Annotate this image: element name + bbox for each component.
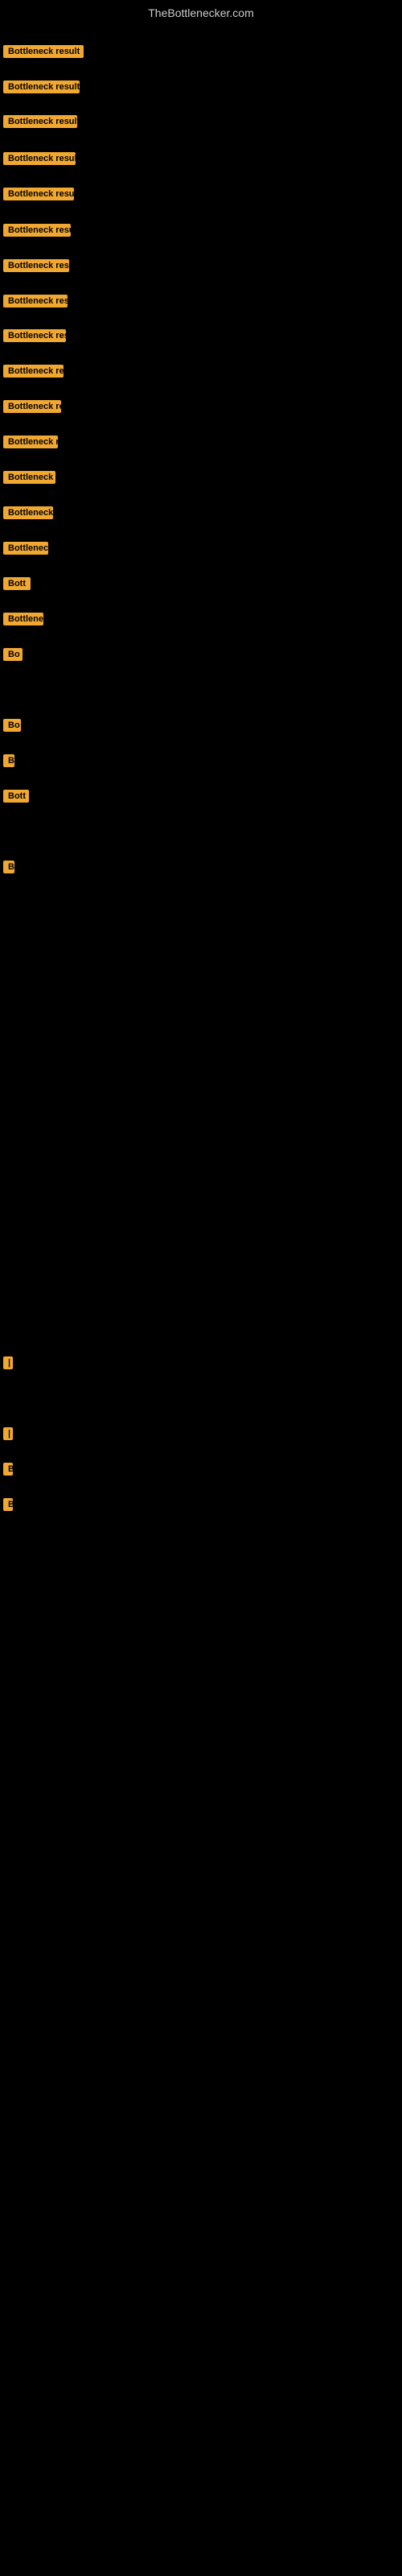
- badge-row-22: B: [3, 861, 14, 877]
- bottleneck-badge-7: Bottleneck result: [3, 259, 69, 272]
- badge-row-15: Bottlenec: [3, 542, 48, 559]
- badge-row-7: Bottleneck result: [3, 259, 69, 276]
- badge-row-16: Bott: [3, 577, 34, 594]
- badge-row-10: Bottleneck resu: [3, 365, 64, 382]
- bottleneck-badge-16: Bott: [3, 577, 31, 590]
- bottleneck-badge-12: Bottleneck re: [3, 436, 58, 448]
- bottleneck-badge-11: Bottleneck resu: [3, 400, 61, 413]
- bottleneck-badge-18: Bo: [3, 648, 23, 661]
- bottleneck-badge-22: B: [3, 861, 14, 873]
- bottleneck-badge-6: Bottleneck resu: [3, 224, 71, 237]
- bottleneck-badge-5: Bottleneck result: [3, 188, 74, 200]
- bottleneck-badge-19: Bo: [3, 719, 21, 732]
- bottleneck-badge-24: |: [3, 1427, 13, 1440]
- badge-row-21: Bott: [3, 790, 29, 807]
- badge-row-12: Bottleneck re: [3, 436, 58, 452]
- bottleneck-badge-10: Bottleneck resu: [3, 365, 64, 378]
- badge-row-4: Bottleneck result: [3, 152, 76, 169]
- bottleneck-badge-25: B: [3, 1463, 13, 1476]
- bottleneck-badge-17: Bottlene: [3, 613, 43, 625]
- badge-row-1: Bottleneck result: [3, 45, 84, 62]
- badge-row-20: B: [3, 754, 14, 771]
- bottleneck-badge-13: Bottleneck re: [3, 471, 55, 484]
- badge-row-23: |: [3, 1356, 10, 1373]
- bottleneck-badge-2: Bottleneck result: [3, 80, 80, 93]
- bottleneck-badge-3: Bottleneck result: [3, 115, 77, 128]
- badge-row-3: Bottleneck result: [3, 115, 77, 132]
- site-title: TheBottlenecker.com: [0, 0, 402, 23]
- bottleneck-badge-4: Bottleneck result: [3, 152, 76, 165]
- badge-row-18: Bo: [3, 648, 23, 665]
- badge-row-2: Bottleneck result: [3, 80, 80, 97]
- badge-row-6: Bottleneck resu: [3, 224, 71, 241]
- bottleneck-badge-23: |: [3, 1356, 13, 1369]
- badge-row-5: Bottleneck result: [3, 188, 74, 204]
- bottleneck-badge-1: Bottleneck result: [3, 45, 84, 58]
- bottleneck-badge-9: Bottleneck resu: [3, 329, 66, 342]
- bottleneck-badge-20: B: [3, 754, 14, 767]
- bottleneck-badge-26: B: [3, 1498, 13, 1511]
- badge-row-9: Bottleneck resu: [3, 329, 66, 346]
- badge-row-8: Bottleneck result: [3, 295, 68, 312]
- bottleneck-badge-15: Bottlenec: [3, 542, 48, 555]
- badge-row-11: Bottleneck resu: [3, 400, 61, 417]
- bottleneck-badge-8: Bottleneck result: [3, 295, 68, 308]
- badge-row-13: Bottleneck re: [3, 471, 55, 488]
- badge-row-25: B: [3, 1463, 13, 1480]
- badge-row-19: Bo: [3, 719, 21, 736]
- badge-row-24: |: [3, 1427, 10, 1444]
- badge-row-17: Bottlene: [3, 613, 43, 630]
- bottleneck-badge-21: Bott: [3, 790, 29, 803]
- bottleneck-badge-14: Bottleneck re: [3, 506, 53, 519]
- badge-row-14: Bottleneck re: [3, 506, 53, 523]
- badge-row-26: B: [3, 1498, 11, 1515]
